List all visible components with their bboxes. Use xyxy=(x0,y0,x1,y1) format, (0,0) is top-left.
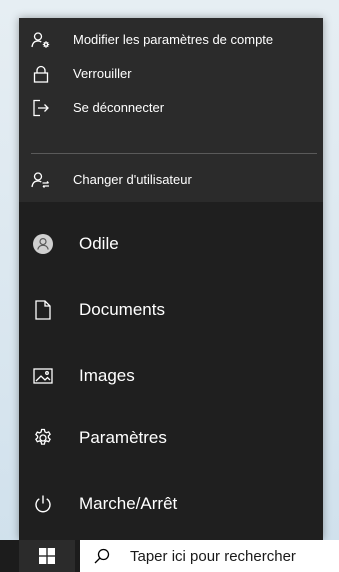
gear-icon xyxy=(33,428,53,448)
lock-item[interactable]: Verrouiller xyxy=(19,58,323,90)
user-account-item[interactable]: Odile xyxy=(19,214,323,274)
images-item[interactable]: Images xyxy=(19,346,323,406)
flyout-divider xyxy=(31,153,317,154)
documents-label: Documents xyxy=(79,300,165,319)
settings-label: Paramètres xyxy=(79,428,167,447)
images-label: Images xyxy=(79,366,135,385)
start-menu-panel: Modifier les paramètres de compte Verrou… xyxy=(19,18,323,540)
account-settings-icon xyxy=(31,31,51,49)
account-flyout: Modifier les paramètres de compte Verrou… xyxy=(19,18,323,202)
avatar-icon xyxy=(33,234,53,254)
settings-item[interactable]: Paramètres xyxy=(19,408,323,468)
switch-user-item[interactable]: Changer d'utilisateur xyxy=(19,164,323,196)
switch-user-icon xyxy=(31,171,51,189)
taskbar-search-box[interactable] xyxy=(80,540,339,572)
search-input[interactable] xyxy=(130,540,339,572)
windows-logo-icon xyxy=(39,548,55,564)
power-icon xyxy=(33,494,53,514)
account-settings-label: Modifier les paramètres de compte xyxy=(73,32,274,47)
document-icon xyxy=(33,300,53,320)
lock-icon xyxy=(31,65,51,83)
start-button[interactable] xyxy=(19,540,75,572)
user-name: Odile xyxy=(79,234,119,253)
lock-label: Verrouiller xyxy=(73,66,132,81)
power-item[interactable]: Marche/Arrêt xyxy=(19,474,323,534)
sign-out-icon xyxy=(31,99,51,117)
sign-out-item[interactable]: Se déconnecter xyxy=(19,92,323,124)
picture-icon xyxy=(33,366,53,386)
power-label: Marche/Arrêt xyxy=(79,494,178,513)
documents-item[interactable]: Documents xyxy=(19,280,323,340)
switch-user-label: Changer d'utilisateur xyxy=(73,172,192,187)
account-settings-item[interactable]: Modifier les paramètres de compte xyxy=(19,24,323,56)
search-icon xyxy=(94,548,110,564)
sign-out-label: Se déconnecter xyxy=(73,100,165,115)
